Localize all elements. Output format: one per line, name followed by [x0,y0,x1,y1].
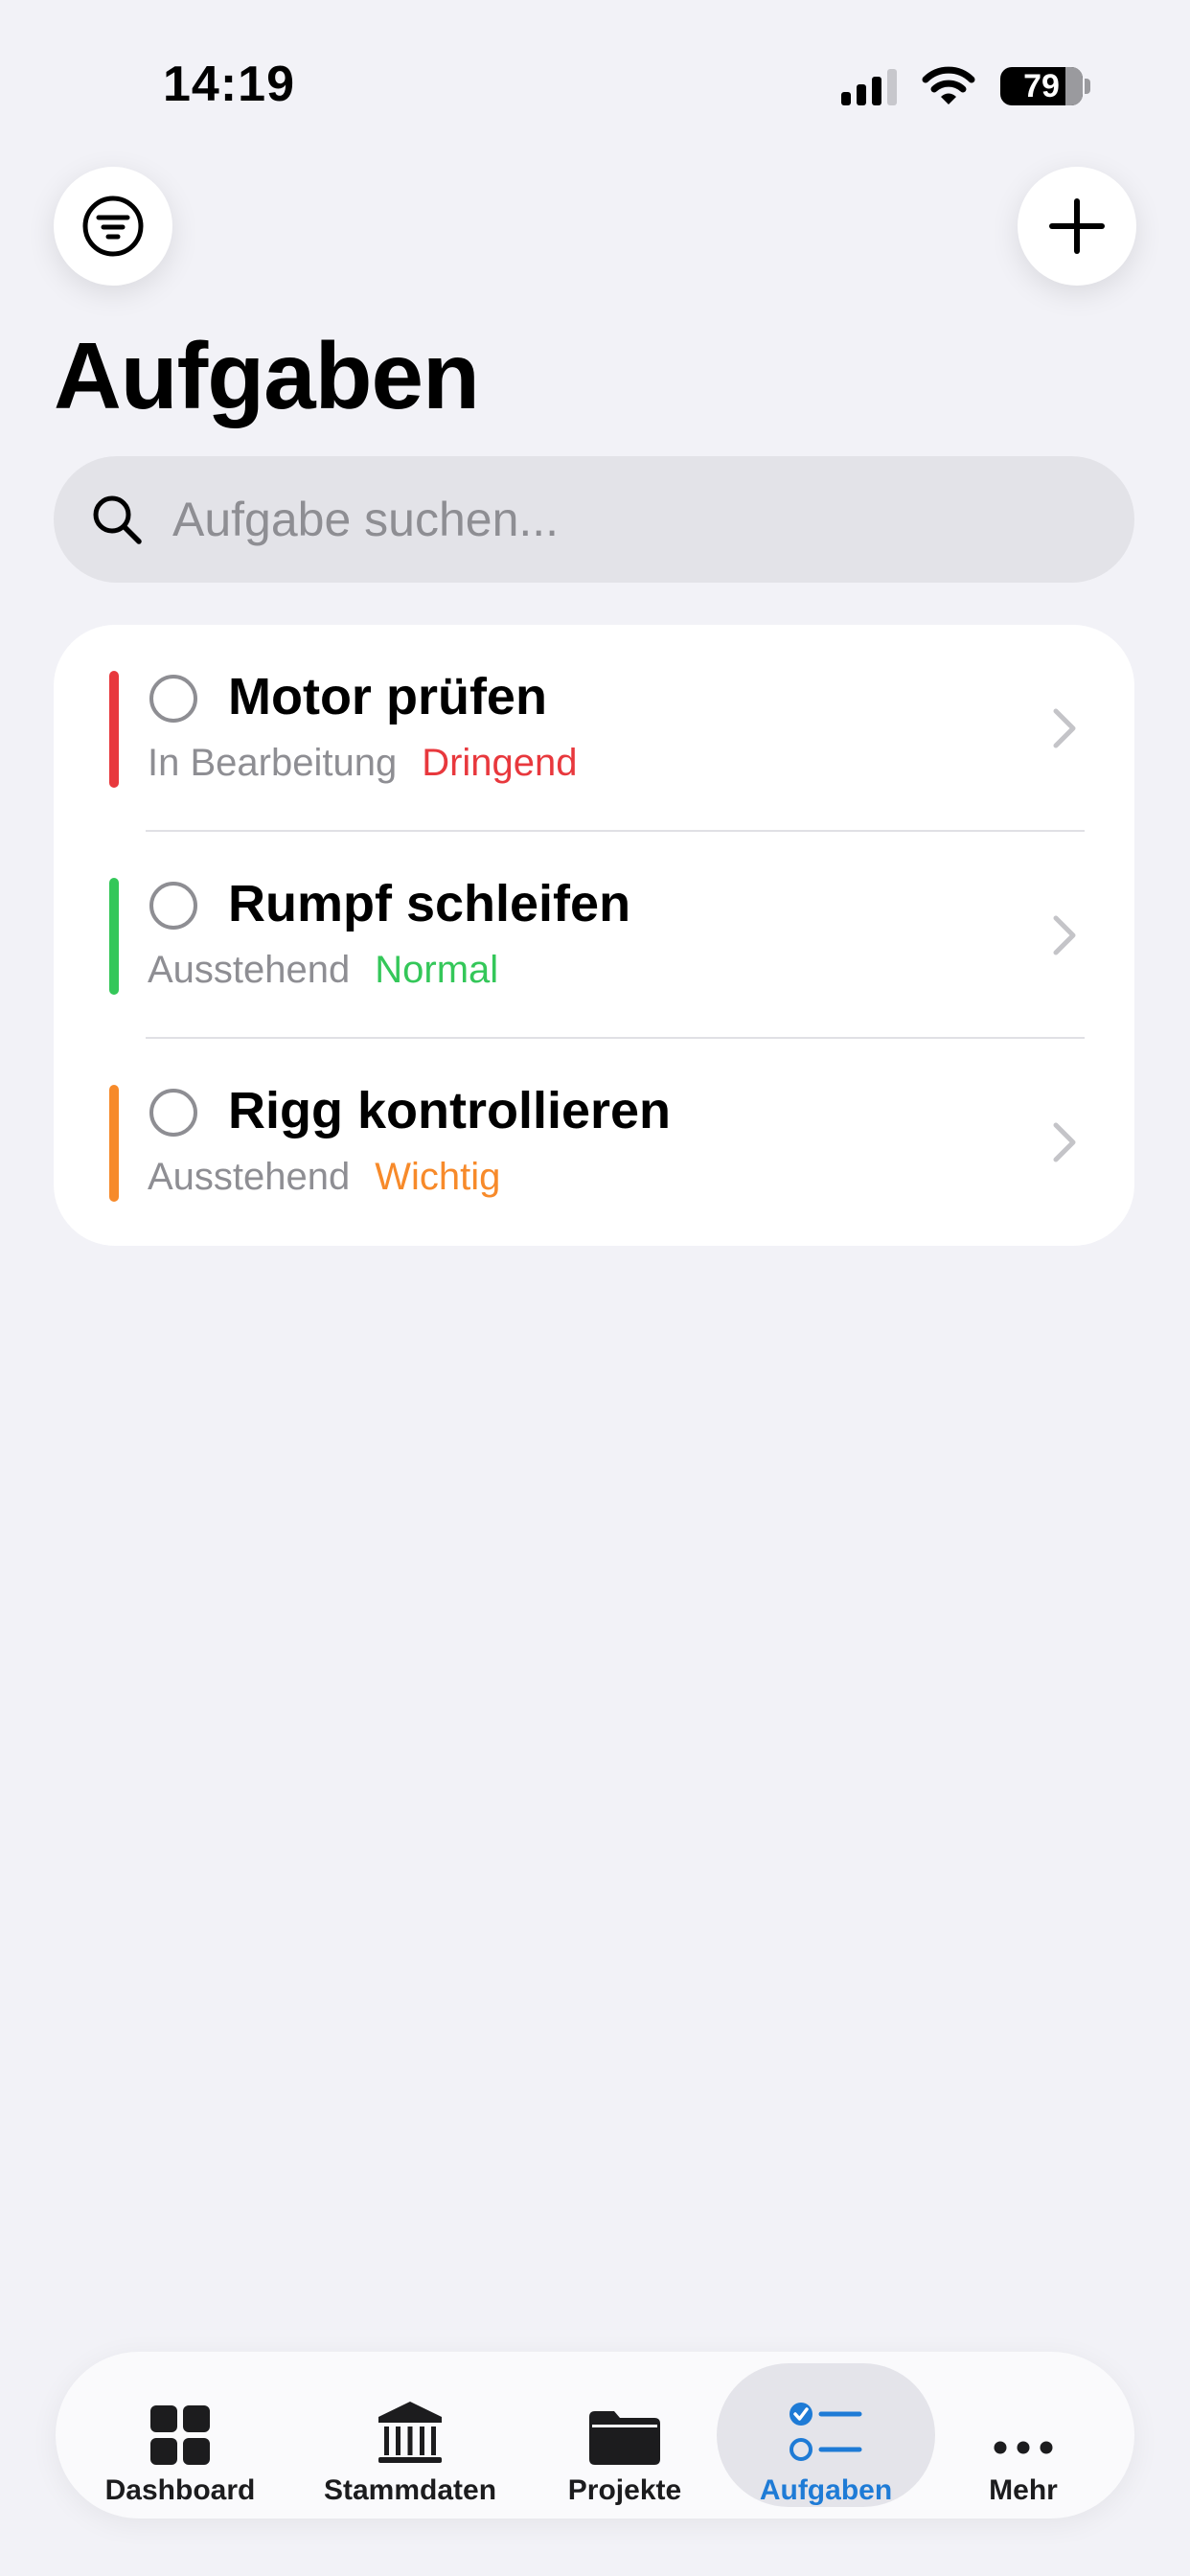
task-meta: Ausstehend Wichtig [148,1156,500,1199]
tab-label: Stammdaten [323,2474,497,2506]
tab-stammdaten[interactable]: Stammdaten [316,2363,504,2507]
task-title: Rumpf schleifen [228,875,631,932]
task-complete-checkbox[interactable] [149,675,197,723]
checklist-icon [790,2403,862,2461]
tab-projekte[interactable]: Projekte [542,2363,707,2507]
building-columns-icon [378,2402,442,2463]
screen: 14:19 79 Aufgaben Aufgabe suchen... Moto… [0,0,1190,2576]
task-complete-checkbox[interactable] [149,882,197,930]
tab-aufgaben[interactable]: Aufgaben [717,2363,935,2507]
tab-bar: Dashboard Stammdaten Projekte Aufgaben M… [56,2352,1134,2518]
folder-icon [589,2411,660,2465]
task-title: Motor prüfen [228,668,547,725]
square-grid-2x2-icon [150,2405,210,2465]
status-time: 14:19 [163,57,295,112]
ellipsis-icon [994,2441,1053,2454]
search-icon [93,495,142,544]
chevron-right-icon [1053,1122,1076,1162]
plus-icon [1049,198,1105,254]
task-list: Motor prüfen In Bearbeitung Dringend Rum… [54,625,1134,1246]
tab-label: Projekte [567,2474,682,2506]
wifi-icon [922,66,975,104]
add-task-button[interactable] [1018,167,1136,286]
search-bar[interactable] [54,456,1134,583]
tab-mehr[interactable]: Mehr [956,2363,1090,2507]
tab-label: Mehr [989,2474,1058,2506]
filter-icon [82,196,144,257]
task-meta: In Bearbeitung Dringend [148,742,578,785]
priority-indicator [109,878,119,995]
task-row[interactable]: Rumpf schleifen Ausstehend Normal [54,832,1134,1039]
battery-level: 79 [1023,67,1060,104]
search-input[interactable] [171,491,1037,548]
cellular-signal-icon [841,67,897,105]
task-complete-checkbox[interactable] [149,1089,197,1137]
task-priority: Dringend [422,742,578,784]
chevron-right-icon [1053,915,1076,955]
tab-label: Dashboard [104,2474,256,2506]
priority-indicator [109,1085,119,1202]
status-indicators: 79 [841,59,1090,113]
page-title: Aufgaben [54,323,480,428]
task-priority: Normal [375,949,499,991]
priority-indicator [109,671,119,788]
chevron-right-icon [1053,708,1076,748]
battery-icon: 79 [1000,67,1083,105]
task-meta: Ausstehend Normal [148,949,498,992]
task-status: Ausstehend [148,949,351,991]
task-priority: Wichtig [375,1156,501,1198]
tab-label: Aufgaben [759,2474,893,2506]
task-status: In Bearbeitung [148,742,398,784]
task-title: Rigg kontrollieren [228,1082,672,1139]
task-row[interactable]: Motor prüfen In Bearbeitung Dringend [54,625,1134,832]
filter-button[interactable] [54,167,172,286]
tab-dashboard[interactable]: Dashboard [94,2363,266,2507]
task-row[interactable]: Rigg kontrollieren Ausstehend Wichtig [54,1039,1134,1246]
task-status: Ausstehend [148,1156,351,1198]
